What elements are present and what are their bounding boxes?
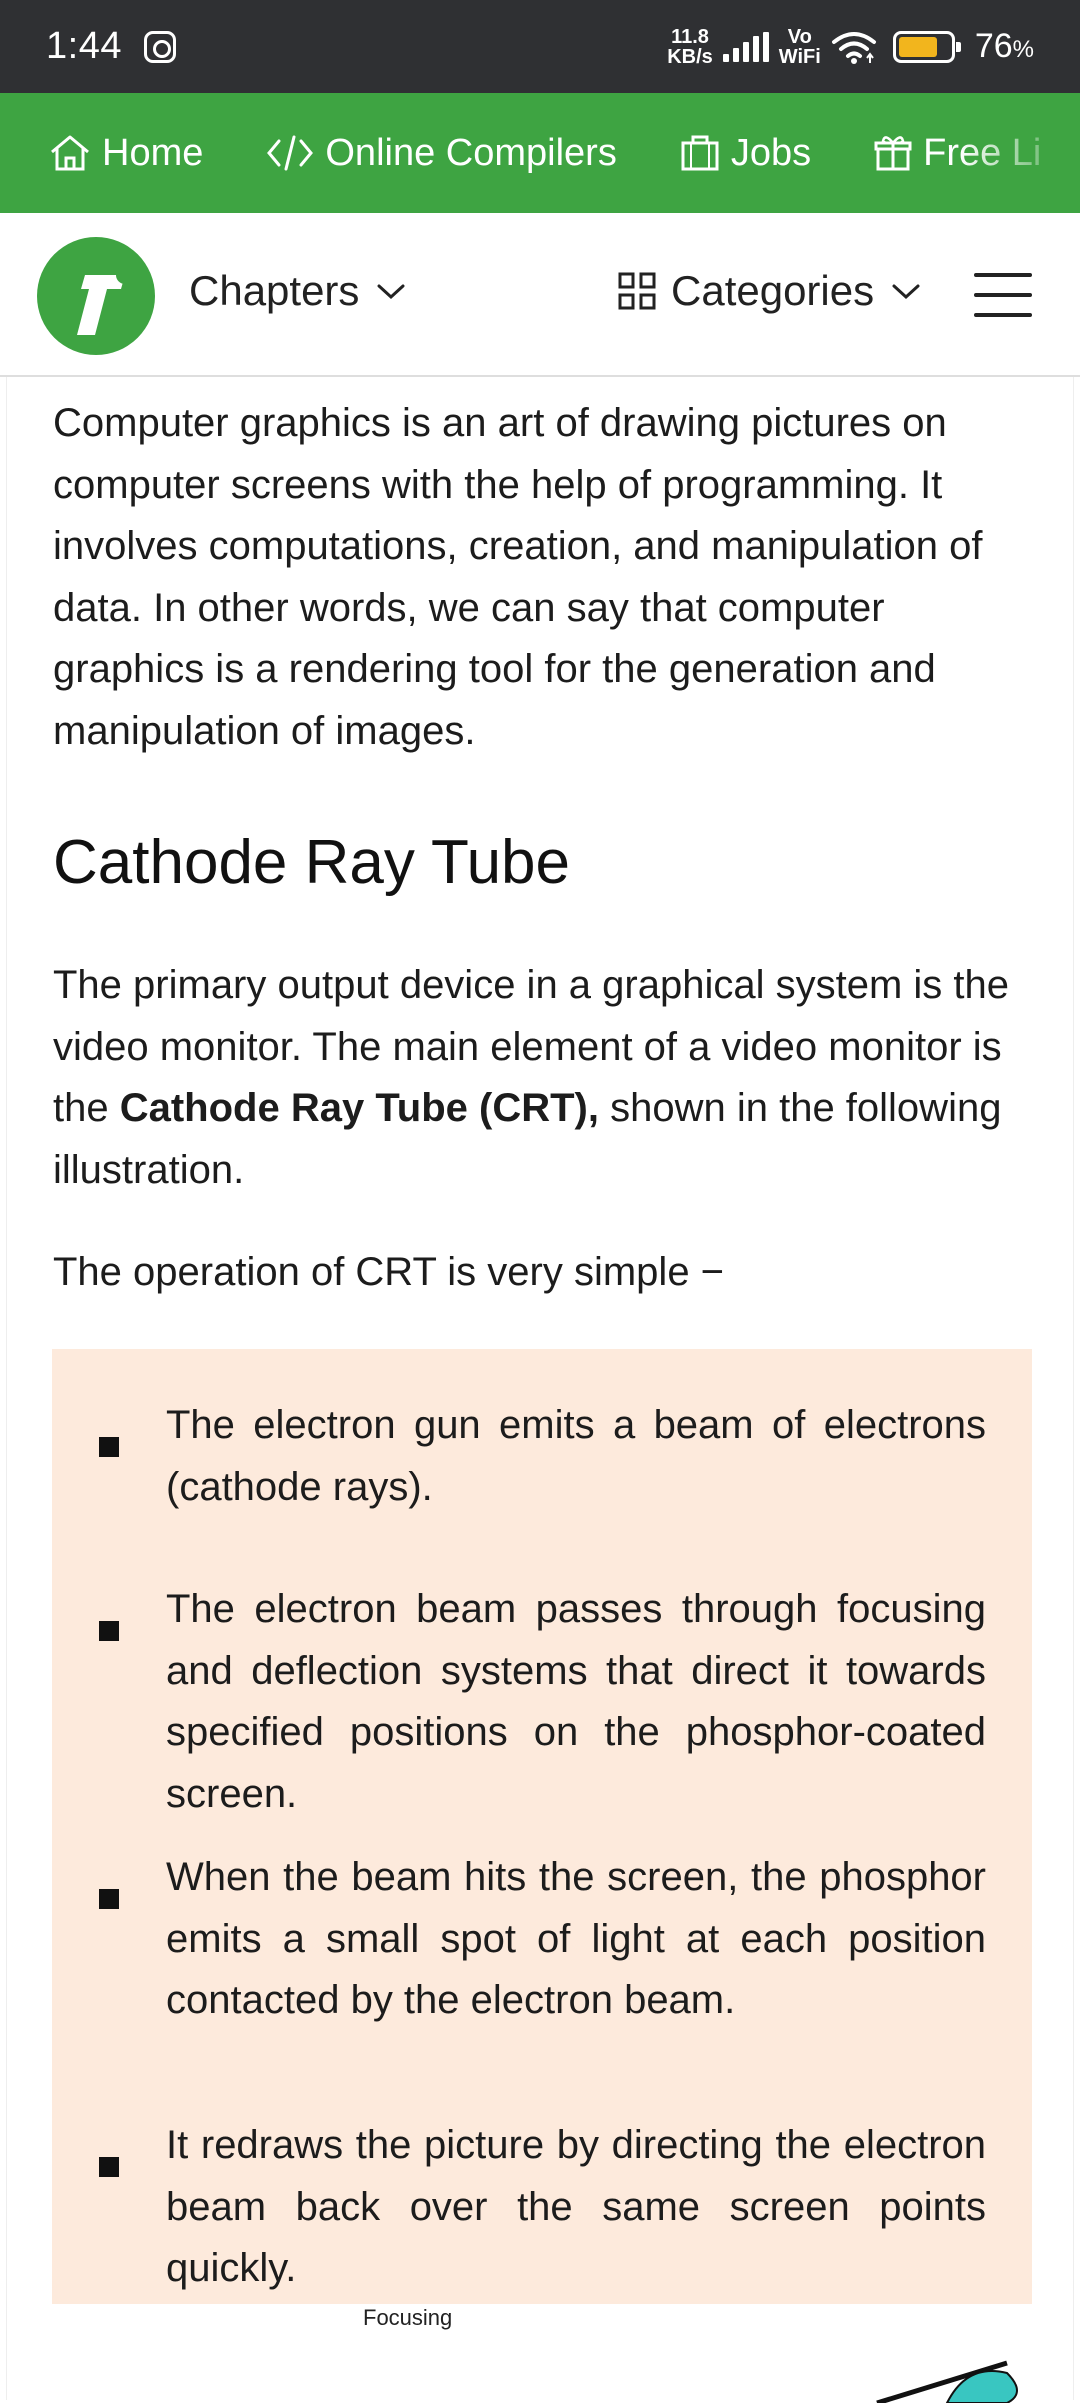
top-nav: Home Online Compilers Jobs Free Li [0,93,1080,213]
clock: 1:44 [46,25,122,67]
network-speed-value: 11.8 [671,25,709,48]
crt-term: Cathode Ray Tube (CRT), [119,1086,599,1130]
wifi-icon [831,31,876,64]
chevron-down-icon [377,284,405,300]
home-icon [51,135,89,171]
nav-jobs[interactable]: Jobs [679,132,811,175]
bullet-marker [99,1621,119,1641]
briefcase-icon [681,135,719,171]
list-item-text: The electron beam passes through focusin… [166,1587,986,1816]
list-item-text: When the beam hits the screen, the phosp… [166,1855,986,2022]
battery-icon [892,30,961,63]
chapters-label: Chapters [189,267,360,314]
gift-icon [874,136,912,171]
site-header: Chapters Categories [0,213,1080,377]
battery-percent-symbol: % [1012,36,1034,63]
nav-home[interactable]: Home [48,132,203,175]
logo-mark-icon [77,266,134,335]
list-item-text: It redraws the picture by directing the … [166,2123,986,2290]
battery-fill [898,36,937,57]
bullet-marker [99,1437,119,1457]
nav-online-compilers[interactable]: Online Compilers [265,131,617,175]
article-content: Computer graphics is an art of drawing p… [6,377,1074,2403]
section-heading: Cathode Ray Tube [53,828,571,897]
battery-percent-value: 76 [974,27,1013,65]
menu-icon[interactable] [974,273,1032,317]
chevron-down-icon [892,284,920,300]
vowifi-bottom: WiFi [778,45,821,68]
code-icon [267,135,314,171]
vowifi-indicator: Vo WiFi [779,27,821,67]
nav-online-compilers-label: Online Compilers [325,131,617,174]
grid-icon [618,272,656,310]
instagram-icon [143,30,176,63]
site-logo[interactable] [37,237,155,355]
bullet-marker [99,1889,119,1909]
operation-list-box: The electron gun emits a beam of electro… [52,1349,1032,2304]
signal-icon [722,31,769,62]
network-speed: 11.8 KB/s [667,27,713,67]
categories-label: Categories [671,267,875,314]
bullet-marker [99,2157,119,2177]
intro-paragraph: Computer graphics is an art of drawing p… [53,401,983,753]
list-item-text: The electron gun emits a beam of electro… [166,1403,986,1509]
nav-fade [960,93,1080,213]
battery-percent: 76% [975,27,1034,66]
vowifi-top: Vo [787,25,812,48]
crt-illustration [876,2360,1018,2403]
nav-jobs-label: Jobs [730,131,812,174]
status-icons: 11.8 KB/s Vo WiFi 76% [667,27,1034,67]
nav-home-label: Home [102,131,204,174]
status-bar: 1:44 11.8 KB/s Vo WiFi 76% [0,0,1080,93]
network-speed-unit: KB/s [667,45,713,68]
categories-dropdown[interactable]: Categories [617,267,924,315]
chapters-dropdown[interactable]: Chapters [189,267,409,315]
crt-paragraph: The primary output device in a graphical… [53,955,1033,1201]
operation-paragraph: The operation of CRT is very simple − [53,1250,725,1294]
